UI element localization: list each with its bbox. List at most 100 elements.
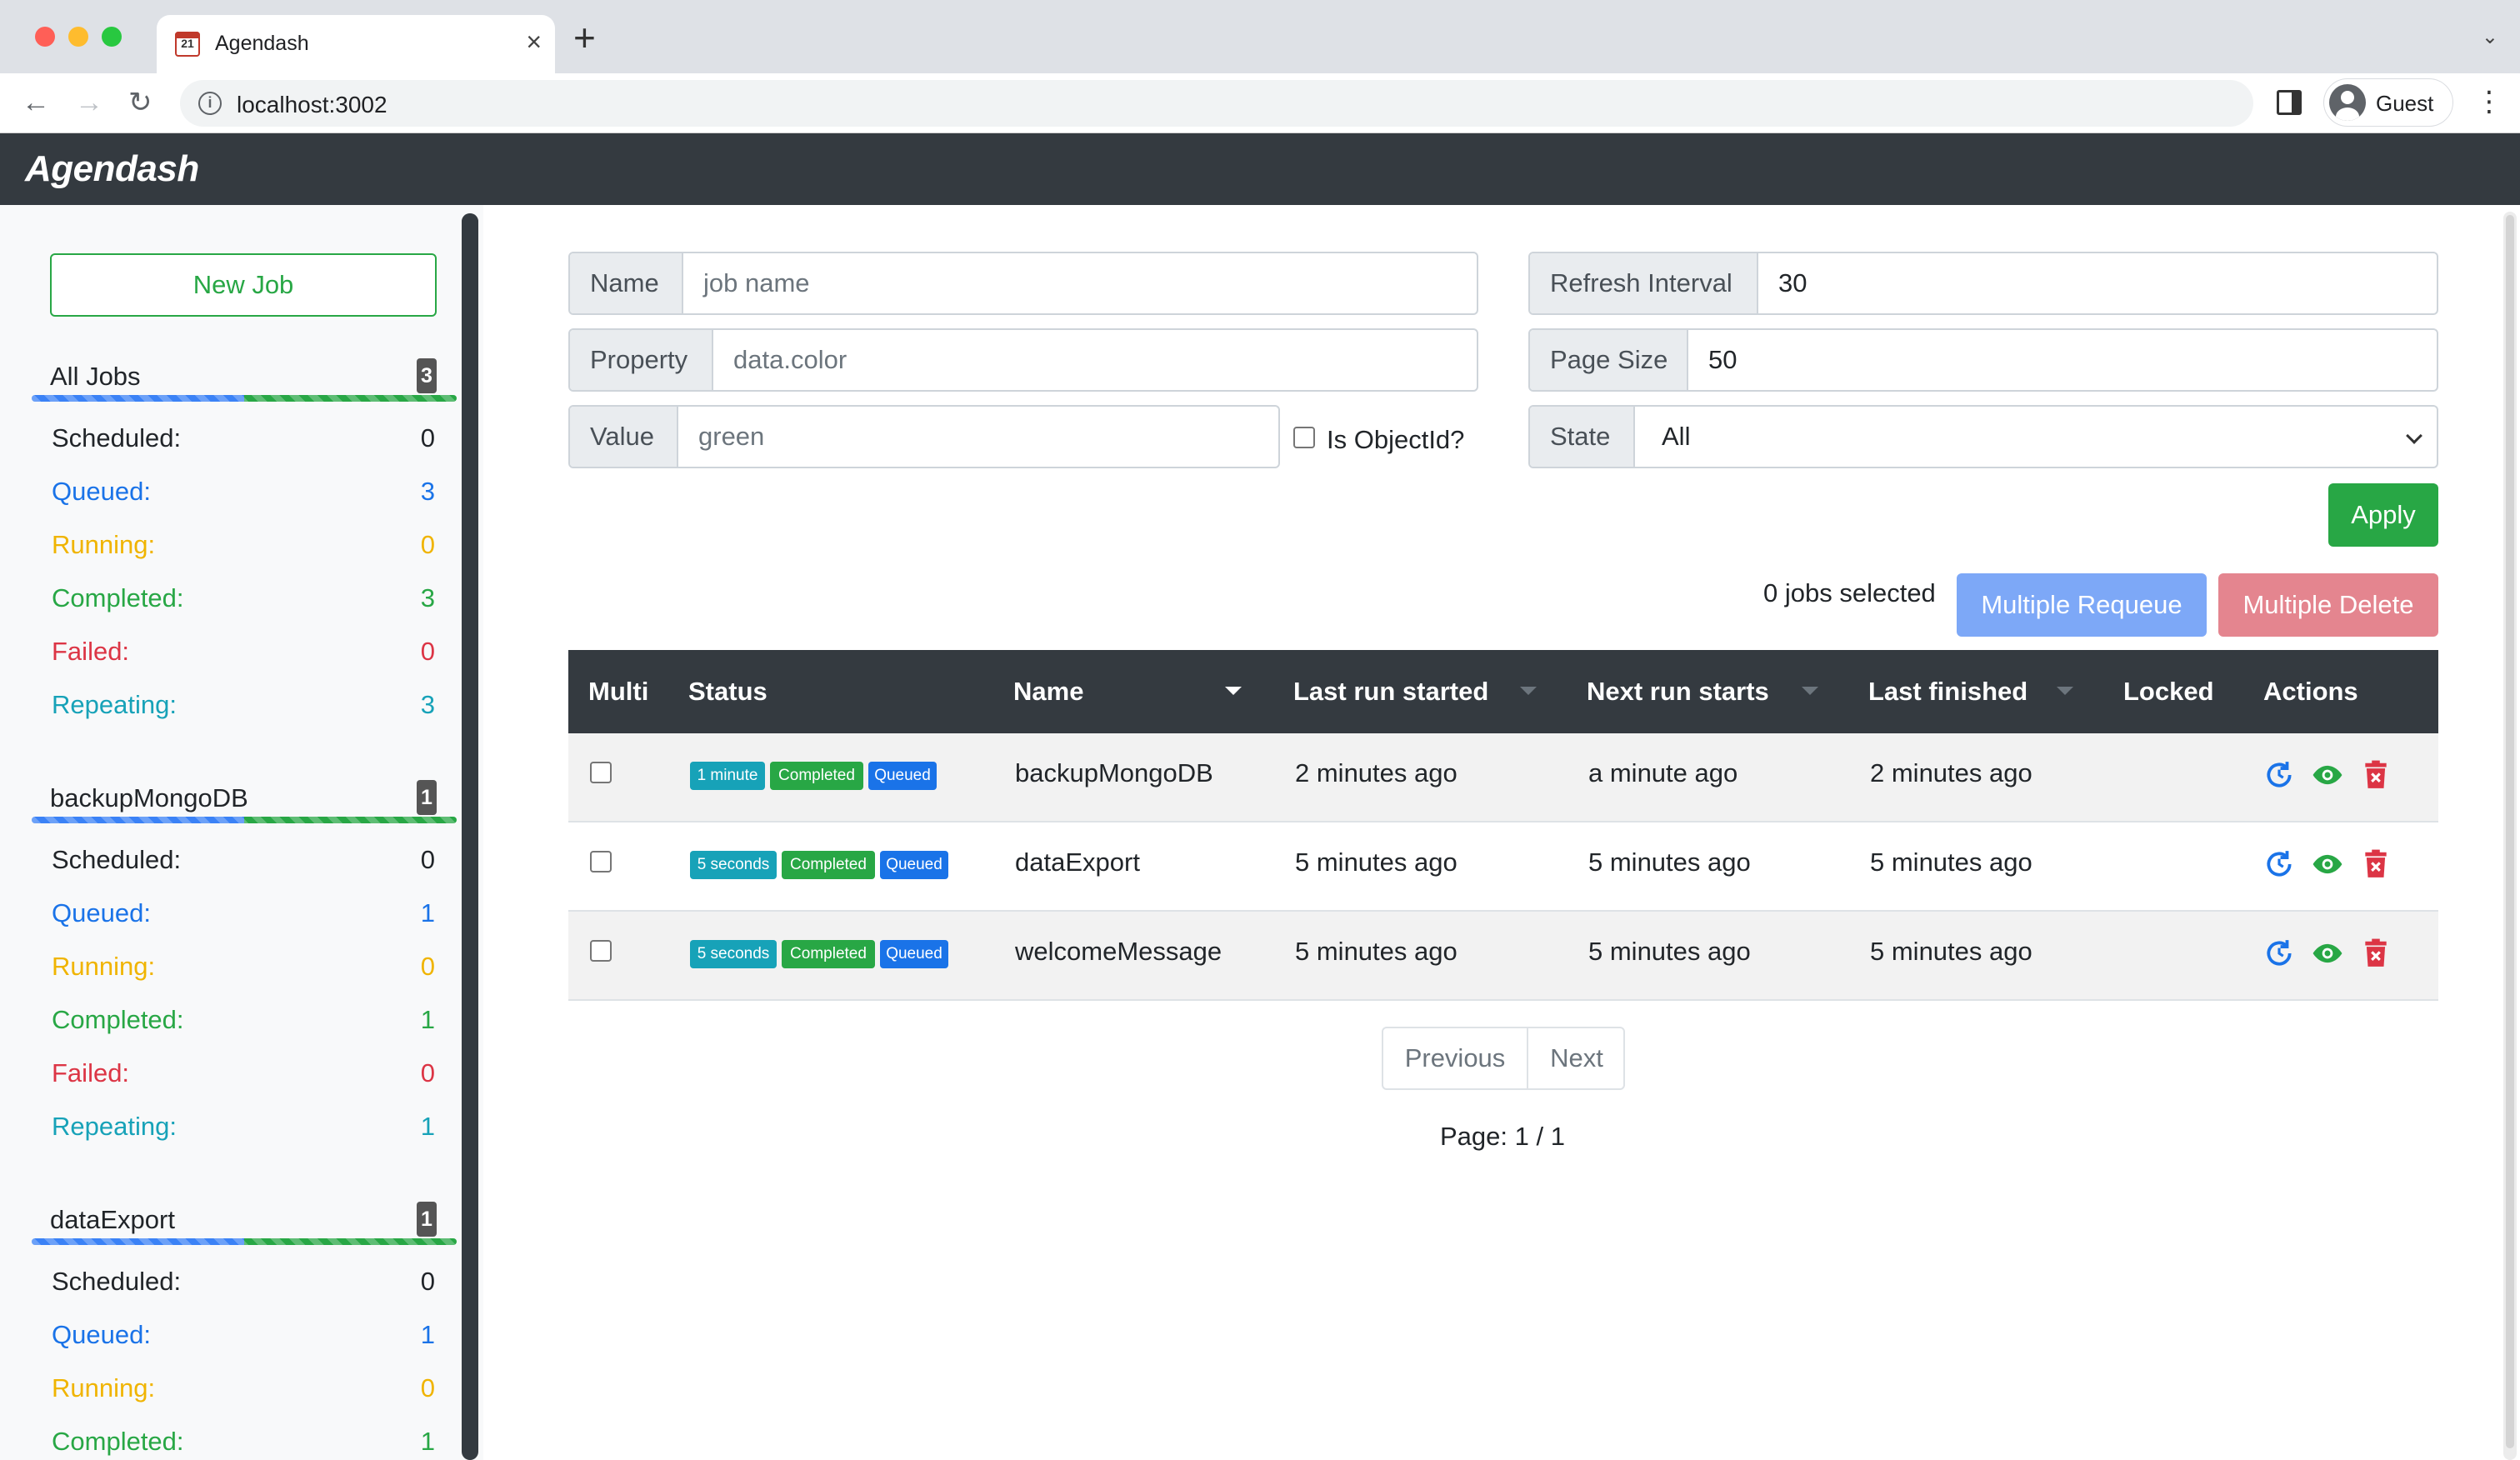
multiple-delete-button[interactable]: Multiple Delete (2218, 573, 2438, 637)
next-page-button[interactable]: Next (1528, 1028, 1625, 1088)
stat-scheduled[interactable]: Scheduled: 0 (52, 1267, 435, 1300)
stat-repeating[interactable]: Repeating: 3 (52, 690, 435, 723)
row-select-checkbox[interactable] (590, 940, 612, 962)
profile-button[interactable]: Guest (2323, 78, 2453, 127)
stat-repeating[interactable]: Repeating: 1 (52, 1112, 435, 1145)
stat-label: Running: (52, 1373, 156, 1402)
url-field[interactable]: i localhost:3002 (180, 80, 2253, 127)
multiple-requeue-button[interactable]: Multiple Requeue (1957, 573, 2207, 637)
state-select[interactable]: All (1662, 407, 1690, 467)
stat-value: 0 (420, 637, 435, 666)
tab-search-chevron-icon[interactable]: ⌄ (2482, 25, 2498, 49)
completed-badge: Completed (770, 762, 863, 790)
window-close-button[interactable] (35, 27, 55, 47)
stat-label: Failed: (52, 637, 130, 666)
property-filter-input[interactable]: data.color (733, 330, 847, 390)
new-job-button[interactable]: New Job (50, 253, 437, 317)
sidebar-scrollbar[interactable] (462, 213, 478, 1460)
main-scrollbar[interactable] (2503, 212, 2517, 1460)
stat-label: Queued: (52, 898, 151, 928)
stat-completed[interactable]: Completed: 1 (52, 1427, 435, 1460)
stat-label: Completed: (52, 583, 184, 612)
stat-completed[interactable]: Completed: 3 (52, 583, 435, 617)
window-maximize-button[interactable] (102, 27, 122, 47)
reload-icon[interactable]: ↻ (128, 83, 152, 122)
apply-button[interactable]: Apply (2328, 483, 2438, 547)
is-objectid-label: Is ObjectId? (1327, 425, 1465, 454)
brand-logo[interactable]: Agendash (25, 148, 199, 190)
row-select-checkbox[interactable] (590, 851, 612, 872)
value-filter-input[interactable]: green (698, 407, 764, 467)
side-panel-icon[interactable] (2277, 90, 2302, 115)
stat-value: 0 (420, 1373, 435, 1402)
name-filter-group: Name job name (568, 252, 1478, 315)
view-icon[interactable] (2312, 848, 2343, 881)
group-count-badge: 3 (417, 358, 437, 393)
browser-tab[interactable]: 21 Agendash × (157, 15, 555, 73)
col-last-finished[interactable]: Last finished (1868, 677, 2028, 707)
col-last-run-started[interactable]: Last run started (1293, 677, 1488, 707)
requeue-icon[interactable] (2263, 758, 2295, 792)
stat-queued[interactable]: Queued: 1 (52, 1320, 435, 1353)
sidebar-scroll-thumb[interactable] (462, 213, 478, 1113)
sort-icon[interactable] (1520, 687, 1537, 695)
stat-label: Scheduled: (52, 423, 182, 452)
col-name[interactable]: Name (1013, 677, 1083, 707)
requeue-icon[interactable] (2263, 848, 2295, 881)
row-select-checkbox[interactable] (590, 762, 612, 783)
stat-label: Queued: (52, 477, 151, 506)
refresh-interval-group: Refresh Interval 30 (1528, 252, 2438, 315)
stat-queued[interactable]: Queued: 3 (52, 477, 435, 510)
stat-running[interactable]: Running: 0 (52, 1373, 435, 1407)
sort-desc-icon[interactable] (1225, 687, 1242, 695)
back-arrow-icon[interactable]: ← (22, 83, 50, 122)
previous-page-button[interactable]: Previous (1383, 1028, 1528, 1088)
stat-scheduled[interactable]: Scheduled: 0 (52, 423, 435, 457)
window-minimize-button[interactable] (68, 27, 88, 47)
stat-failed[interactable]: Failed: 0 (52, 1058, 435, 1092)
stat-running[interactable]: Running: 0 (52, 952, 435, 985)
interval-badge: 5 seconds (690, 851, 777, 879)
group-count-badge: 1 (417, 1202, 437, 1237)
tab-close-icon[interactable]: × (526, 27, 542, 58)
stat-value: 1 (420, 1005, 435, 1034)
stat-label: Running: (52, 530, 156, 559)
forward-arrow-icon[interactable]: → (75, 83, 103, 122)
group-title: backupMongoDB (50, 783, 248, 812)
name-filter-input[interactable]: job name (703, 253, 810, 313)
delete-icon[interactable] (2360, 937, 2392, 970)
table-row[interactable]: 5 seconds Completed Queued welcomeMessag… (568, 912, 2438, 1001)
sort-icon[interactable] (2057, 687, 2073, 695)
stat-scheduled[interactable]: Scheduled: 0 (52, 845, 435, 878)
stat-running[interactable]: Running: 0 (52, 530, 435, 563)
last-finished: 2 minutes ago (1870, 758, 2032, 788)
stat-failed[interactable]: Failed: 0 (52, 637, 435, 670)
job-name: backupMongoDB (1015, 758, 1213, 788)
view-icon[interactable] (2312, 758, 2343, 792)
stat-queued[interactable]: Queued: 1 (52, 898, 435, 932)
new-tab-icon[interactable]: + (573, 18, 596, 57)
table-row[interactable]: 5 seconds Completed Queued dataExport 5 … (568, 822, 2438, 912)
col-next-run-starts[interactable]: Next run starts (1587, 677, 1769, 707)
delete-icon[interactable] (2360, 848, 2392, 881)
address-bar: ← → ↻ i localhost:3002 Guest ⋮ (0, 73, 2520, 133)
property-filter-label: Property (570, 330, 713, 390)
stat-value: 0 (420, 1267, 435, 1296)
table-row[interactable]: 1 minute Completed Queued backupMongoDB … (568, 733, 2438, 822)
view-icon[interactable] (2312, 937, 2343, 970)
refresh-interval-input[interactable]: 30 (1778, 253, 1807, 313)
sort-icon[interactable] (1802, 687, 1818, 695)
delete-icon[interactable] (2360, 758, 2392, 792)
sidebar: New Job All Jobs 3 Scheduled: 0 Queued: … (0, 205, 483, 1460)
page-size-input[interactable]: 50 (1708, 330, 1737, 390)
is-objectid-checkbox[interactable] (1293, 427, 1315, 448)
next-run-starts: 5 minutes ago (1588, 937, 1751, 966)
requeue-icon[interactable] (2263, 937, 2295, 970)
browser-menu-icon[interactable]: ⋮ (2475, 85, 2503, 118)
stat-completed[interactable]: Completed: 1 (52, 1005, 435, 1038)
interval-badge: 5 seconds (690, 940, 777, 968)
next-run-starts: a minute ago (1588, 758, 1738, 788)
stat-label: Completed: (52, 1005, 184, 1034)
tab-title: Agendash (215, 32, 309, 55)
site-info-icon[interactable]: i (198, 92, 222, 115)
